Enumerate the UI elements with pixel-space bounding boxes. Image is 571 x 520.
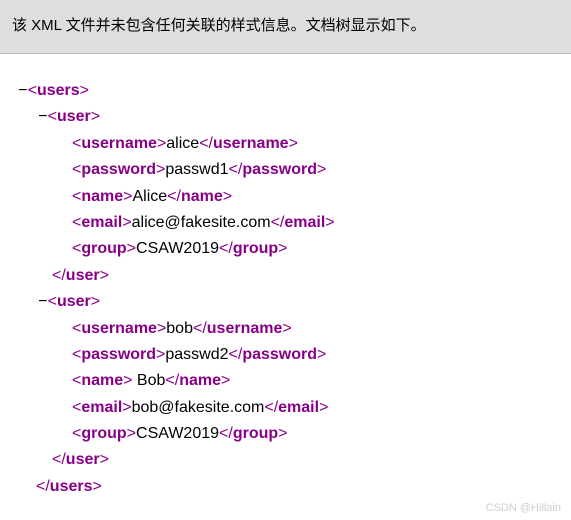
users-close: </users> [36, 474, 561, 500]
info-banner: 该 XML 文件并未包含任何关联的样式信息。文档树显示如下。 [0, 0, 571, 54]
watermark: CSDN @Hillain [486, 502, 561, 514]
user-1-close: </user> [52, 263, 561, 289]
collapse-icon[interactable]: − [38, 104, 48, 130]
collapse-icon[interactable]: − [18, 78, 28, 104]
u2-email: <email>bob@fakesite.com</email> [72, 395, 561, 421]
collapse-icon[interactable]: − [38, 289, 48, 315]
u1-name: <name>Alice</name> [72, 184, 561, 210]
u2-username: <username>bob</username> [72, 316, 561, 342]
users-open: −<users> [18, 78, 561, 104]
u1-group: <group>CSAW2019</group> [72, 236, 561, 262]
u2-name: <name> Bob</name> [72, 368, 561, 394]
banner-text: 该 XML 文件并未包含任何关联的样式信息。文档树显示如下。 [12, 17, 426, 34]
u2-group: <group>CSAW2019</group> [72, 421, 561, 447]
u1-username: <username>alice</username> [72, 131, 561, 157]
user-2-close: </user> [52, 447, 561, 473]
u2-password: <password>passwd2</password> [72, 342, 561, 368]
user-1-open: −<user> [38, 104, 561, 130]
u1-password: <password>passwd1</password> [72, 157, 561, 183]
xml-tree: −<users> −<user> <username>alice</userna… [0, 54, 571, 510]
u1-email: <email>alice@fakesite.com</email> [72, 210, 561, 236]
user-2-open: −<user> [38, 289, 561, 315]
